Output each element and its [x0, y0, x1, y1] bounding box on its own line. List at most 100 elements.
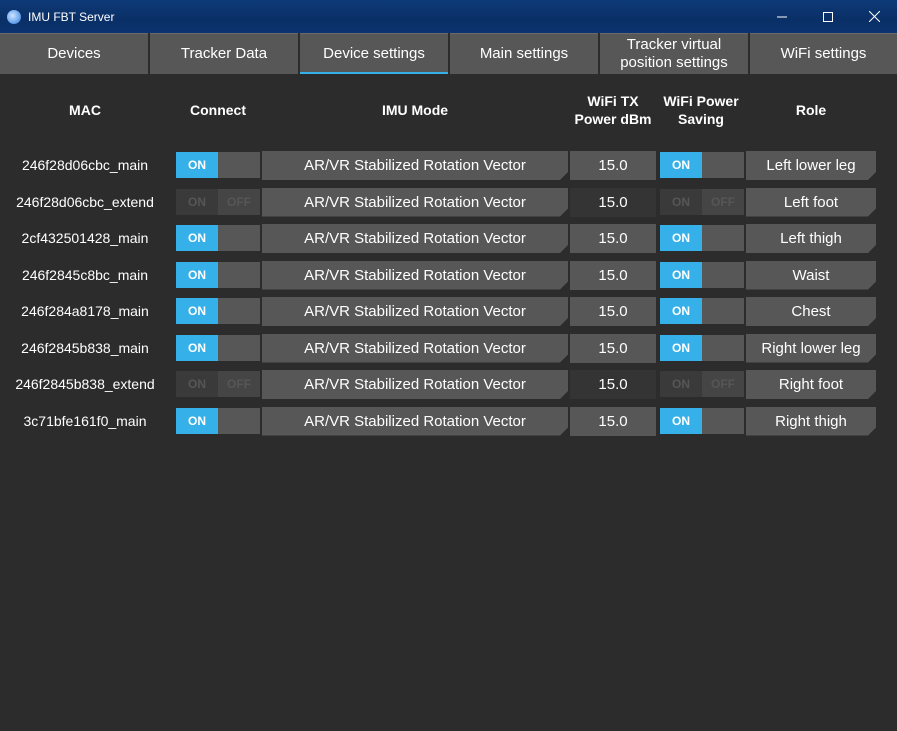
mac-address: 246f2845c8bc_main — [21, 266, 149, 283]
app-icon — [7, 9, 21, 24]
toggle-off-label: OFF — [702, 225, 744, 251]
connect-toggle[interactable]: ONOFF — [176, 407, 260, 434]
tx-power-field[interactable]: 15.0 — [570, 297, 656, 326]
role-button[interactable]: Left foot — [746, 188, 876, 217]
role-button[interactable]: Right thigh — [746, 407, 876, 436]
toggle-off-label: OFF — [702, 407, 744, 434]
toggle-on-label: ON — [660, 225, 702, 251]
tx-power-field[interactable]: 15.0 — [570, 260, 656, 290]
imu-mode-button[interactable]: AR/VR Stabilized Rotation Vector — [262, 370, 568, 399]
toggle-on-label: ON — [660, 371, 702, 397]
tx-power-field[interactable]: 15.0 — [570, 406, 656, 436]
tab-tracker-data[interactable]: Tracker Data — [150, 33, 298, 74]
power-saving-toggle[interactable]: ONOFF — [660, 334, 744, 361]
mac-address: 2cf432501428_main — [21, 230, 149, 246]
tab-bar: Devices Tracker Data Device settings Mai… — [0, 33, 897, 74]
tab-tracker-virtual-position-settings[interactable]: Tracker virtual position settings — [600, 33, 748, 74]
power-saving-toggle[interactable]: ONOFF — [660, 152, 744, 178]
connect-toggle[interactable]: ONOFF — [176, 334, 260, 361]
imu-mode-button[interactable]: AR/VR Stabilized Rotation Vector — [262, 151, 568, 180]
tx-power-field[interactable]: 15.0 — [570, 187, 656, 217]
role-button[interactable]: Waist — [746, 261, 876, 290]
table-header: MAC Connect IMU Mode WiFi TX Power dBm W… — [0, 74, 897, 146]
toggle-off-label: OFF — [702, 298, 744, 324]
connect-toggle[interactable]: ONOFF — [176, 261, 260, 288]
tab-device-settings[interactable]: Device settings — [300, 33, 448, 74]
toggle-on-label: ON — [176, 334, 218, 361]
toggle-on-label: ON — [660, 188, 702, 215]
role-button[interactable]: Right lower leg — [746, 334, 876, 363]
imu-mode-button[interactable]: AR/VR Stabilized Rotation Vector — [262, 261, 568, 290]
toggle-on-label: ON — [660, 152, 702, 178]
column-header-imu-mode: IMU Mode — [381, 102, 449, 118]
mac-address: 3c71bfe161f0_main — [23, 412, 147, 429]
toggle-on-label: ON — [176, 298, 218, 324]
tx-power-field[interactable]: 15.0 — [570, 224, 656, 253]
toggle-off-label: OFF — [218, 371, 260, 397]
toggle-on-label: ON — [176, 407, 218, 434]
role-button[interactable]: Left lower leg — [746, 151, 876, 180]
connect-toggle[interactable]: ONOFF — [176, 298, 260, 324]
power-saving-toggle[interactable]: ONOFF — [660, 371, 744, 397]
power-saving-toggle[interactable]: ONOFF — [660, 225, 744, 251]
window-title: IMU FBT Server — [28, 9, 115, 24]
tab-label: Tracker virtual position settings — [620, 36, 728, 71]
minimize-icon — [777, 16, 787, 17]
toggle-off-label: OFF — [218, 298, 260, 324]
toggle-on-label: ON — [660, 298, 702, 324]
imu-mode-button[interactable]: AR/VR Stabilized Rotation Vector — [262, 188, 568, 217]
table-row: 246f2845c8bc_mainONOFFAR/VR Stabilized R… — [0, 258, 897, 292]
tab-wifi-settings[interactable]: WiFi settings — [750, 33, 897, 74]
tab-main-settings[interactable]: Main settings — [450, 33, 598, 74]
role-button[interactable]: Right foot — [746, 370, 876, 399]
table-row: 2cf432501428_mainONOFFAR/VR Stabilized R… — [0, 221, 897, 255]
column-header-connect: Connect — [190, 102, 246, 118]
table-row: 246f28d06cbc_extend ON OFF AR/VR Stabilized… — [0, 185, 897, 219]
minimize-button[interactable] — [759, 0, 805, 33]
toggle-on-label: ON — [660, 334, 702, 361]
imu-mode-button[interactable]: AR/VR Stabilized Rotation Vector — [262, 334, 568, 363]
power-saving-toggle[interactable]: ONOFF — [660, 261, 744, 288]
toggle-on-label: ON — [660, 261, 702, 288]
mac-address: 246f284a8178_main — [21, 303, 149, 319]
toggle-on-label: ON — [660, 407, 702, 434]
table-row: 246f2845b838_mainONOFFAR/VR Stabilized R… — [0, 331, 897, 365]
connect-toggle[interactable]: ONOFF — [176, 371, 260, 397]
toggle-on-label: ON — [176, 188, 218, 215]
toggle-on-label: ON — [176, 371, 218, 397]
connect-toggle[interactable]: ONOFF — [176, 188, 260, 215]
connect-toggle[interactable]: ONOFF — [176, 152, 260, 178]
tx-power-field[interactable]: 15.0 — [570, 370, 656, 399]
mac-address: 246f28d06cbc_extend — [16, 193, 154, 210]
mac-address: 246f2845b838_main — [21, 339, 149, 356]
title-bar: IMU FBT Server — [0, 0, 897, 33]
power-saving-toggle[interactable]: ONOFF — [660, 188, 744, 215]
close-button[interactable] — [851, 0, 897, 33]
toggle-off-label: OFF — [702, 334, 744, 361]
toggle-off-label: OFF — [702, 152, 744, 178]
toggle-off-label: OFF — [218, 225, 260, 251]
imu-mode-button[interactable]: AR/VR Stabilized Rotation Vector — [262, 297, 568, 326]
role-button[interactable]: Chest — [746, 297, 876, 326]
toggle-on-label: ON — [176, 225, 218, 251]
toggle-off-label: OFF — [702, 371, 744, 397]
tab-devices[interactable]: Devices — [0, 33, 148, 74]
column-header-tx-power: WiFi TX Power dBm — [574, 93, 652, 127]
mac-address: 246f2845b838_extend — [15, 376, 155, 392]
toggle-off-label: OFF — [702, 188, 744, 215]
power-saving-toggle[interactable]: ONOFF — [660, 298, 744, 324]
column-header-mac: MAC — [69, 102, 101, 118]
power-saving-toggle[interactable]: ONOFF — [660, 407, 744, 434]
connect-toggle[interactable]: ONOFF — [176, 225, 260, 251]
toggle-off-label: OFF — [218, 407, 260, 434]
table-row: 246f2845b838_extend ON OFF AR/VR Stabilized… — [0, 367, 897, 401]
role-button[interactable]: Left thigh — [746, 224, 876, 253]
tx-power-field[interactable]: 15.0 — [570, 333, 656, 363]
table-row: 246f284a8178_mainONOFFAR/VR Stabilized R… — [0, 294, 897, 328]
toggle-off-label: OFF — [218, 188, 260, 215]
maximize-button[interactable] — [805, 0, 851, 33]
imu-mode-button[interactable]: AR/VR Stabilized Rotation Vector — [262, 407, 568, 436]
imu-mode-button[interactable]: AR/VR Stabilized Rotation Vector — [262, 224, 568, 253]
column-header-role: Role — [795, 102, 827, 118]
tx-power-field[interactable]: 15.0 — [570, 151, 656, 180]
